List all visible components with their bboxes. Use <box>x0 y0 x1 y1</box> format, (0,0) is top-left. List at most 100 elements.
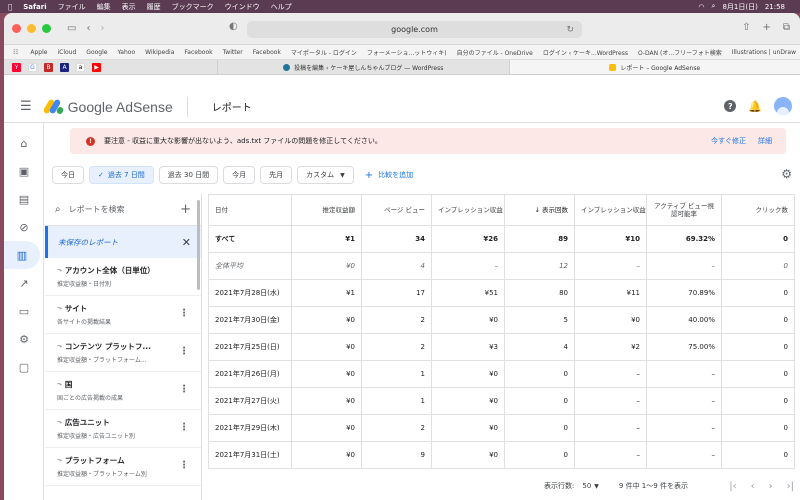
bookmark-item[interactable]: Google <box>86 49 107 56</box>
google-pinned-icon[interactable]: G <box>28 62 37 72</box>
column-header-impressions[interactable]: ↓ 表示回数 <box>504 194 575 226</box>
reload-icon[interactable]: ↻ <box>566 25 574 35</box>
bookmark-item[interactable]: ログイン ‹ ケーキ...WordPress <box>543 48 628 57</box>
help-icon[interactable]: ? <box>724 100 737 112</box>
more-options-icon[interactable]: ⋮ <box>179 460 189 471</box>
sidebar-toggle-icon[interactable]: ▭ <box>67 23 76 34</box>
bookmark-item[interactable]: Yahoo <box>117 49 135 56</box>
bookmark-item[interactable]: Facebook <box>253 49 281 56</box>
adsense-logo[interactable]: Google AdSense <box>42 98 173 115</box>
bookmark-item[interactable]: Twitter <box>223 49 243 56</box>
first-page-icon[interactable]: |‹ <box>729 481 736 492</box>
saved-report-item[interactable]: ⤳ 国 国ごとの広告掲載の成果 ⋮ <box>45 372 201 410</box>
forward-icon[interactable]: › <box>100 23 104 34</box>
more-options-icon[interactable]: ⋮ <box>179 308 189 319</box>
unsaved-report[interactable]: 未保存のレポート ✕ <box>45 226 201 258</box>
bookmark-item[interactable]: Facebook <box>184 49 212 56</box>
sidebar-scrollbar[interactable] <box>197 200 200 290</box>
more-options-icon[interactable]: ⋮ <box>179 384 189 395</box>
column-header-estimated-earnings[interactable]: 推定収益額 <box>291 194 362 226</box>
maximize-window-button[interactable] <box>42 24 51 33</box>
table-settings-icon[interactable]: ⚙ <box>781 167 792 181</box>
column-header-impression-rpm[interactable]: インプレッション収益 <box>431 194 505 226</box>
sites-nav-icon[interactable]: ▣ <box>4 157 44 185</box>
amazon-pinned-icon[interactable]: a <box>76 62 85 72</box>
menu-help[interactable]: ヘルプ <box>271 2 292 12</box>
feedback-nav-icon[interactable]: ▢ <box>4 353 44 381</box>
column-header-active-view[interactable]: アクティブ ビュー視認可能率 <box>646 194 722 226</box>
search-icon[interactable]: ⌕ <box>712 2 716 11</box>
address-bar[interactable]: google.com ↻ <box>247 21 582 38</box>
filter-last-month[interactable]: 先月 <box>260 166 293 184</box>
filter-last-30-days[interactable]: 過去 30 日間 <box>158 166 219 184</box>
apple-icon[interactable]:  <box>8 3 12 11</box>
avatar[interactable] <box>774 97 792 115</box>
column-header-page-views[interactable]: ページ ビュー <box>361 194 432 226</box>
add-comparison-button[interactable]: + 比較を追加 <box>365 170 413 181</box>
menu-icon[interactable]: ☰ <box>20 99 32 114</box>
saved-report-item[interactable]: ⤳ 広告ユニット 推定収益額・広告ユニット別 ⋮ <box>45 410 201 448</box>
column-header-date[interactable]: 日付 <box>208 194 292 226</box>
bookmark-item[interactable]: マイポータル - ログイン <box>291 48 357 57</box>
back-icon[interactable]: ‹ <box>86 23 90 34</box>
privacy-shield-icon[interactable]: ◐ <box>229 21 238 32</box>
menu-view[interactable]: 表示 <box>122 2 136 12</box>
add-report-icon[interactable]: + <box>180 202 191 217</box>
bookmark-item[interactable]: Wikipedia <box>145 49 174 56</box>
filter-last-7-days[interactable]: ✓ 過去 7 日間 <box>89 166 154 184</box>
menu-window[interactable]: ウインドウ <box>225 2 260 12</box>
bookmark-item[interactable]: Illustrations | unDraw <box>732 49 796 56</box>
bookmark-item[interactable]: O-DAN (オ...フリーフォト検索 <box>638 48 722 57</box>
saved-report-item[interactable]: ⤳ サイト 各サイトの掲載結果 ⋮ <box>45 296 201 334</box>
bookmark-item[interactable]: iCloud <box>57 49 76 56</box>
bookmark-item[interactable]: Apple <box>30 49 47 56</box>
dropdown-arrow-icon[interactable]: ▼ <box>594 483 599 490</box>
rows-per-page-select[interactable]: 50 <box>582 482 591 490</box>
more-options-icon[interactable]: ⋮ <box>179 422 189 433</box>
column-header-impression-earnings[interactable]: インプレッション収益 <box>574 194 647 226</box>
report-search[interactable]: ⌕ レポートを検索 + <box>45 194 201 226</box>
menu-file[interactable]: ファイル <box>58 2 86 12</box>
prev-page-icon[interactable]: ‹ <box>751 481 755 492</box>
optimization-nav-icon[interactable]: ↗ <box>4 269 44 297</box>
wifi-icon[interactable]: ◠ <box>698 3 704 11</box>
menu-history[interactable]: 履歴 <box>147 2 161 12</box>
menubar-app-name[interactable]: Safari <box>23 3 46 11</box>
bookmarks-grid-icon[interactable]: ☷ <box>13 49 18 56</box>
home-nav-icon[interactable]: ⌂ <box>4 129 44 157</box>
pinned-tab-icon[interactable]: A <box>60 62 69 72</box>
last-page-icon[interactable]: ›| <box>787 481 794 492</box>
fix-now-link[interactable]: 今すぐ修正 <box>711 136 746 146</box>
minimize-window-button[interactable] <box>27 24 36 33</box>
filter-custom[interactable]: カスタム ▼ <box>297 166 354 184</box>
youtube-pinned-icon[interactable]: ▶ <box>92 62 101 72</box>
saved-report-item[interactable]: ⤳ プラットフォーム 推定収益額・プラットフォーム別 ⋮ <box>45 448 201 486</box>
blocking-nav-icon[interactable]: ⊘ <box>4 213 44 241</box>
saved-report-item[interactable]: ⤳ コンテンツ プラットフ... 推定収益額・プラットフォーム... ⋮ <box>45 334 201 372</box>
notifications-icon[interactable]: 🔔 <box>748 100 762 113</box>
search-input[interactable]: レポートを検索 <box>69 204 125 215</box>
saved-report-item[interactable]: ⤳ アカウント全体（日単位） 推定収益額・日付別 <box>45 258 201 296</box>
share-icon[interactable]: ⇧ <box>742 22 750 33</box>
next-page-icon[interactable]: › <box>769 481 773 492</box>
bookmark-item[interactable]: 自分のファイル - OneDrive <box>457 48 533 57</box>
bookmark-item[interactable]: フォーメーショ...ットウィキ) <box>367 48 447 57</box>
details-link[interactable]: 詳細 <box>758 136 772 146</box>
tab-wordpress[interactable]: 投稿を編集 ‹ ケーキ屋しんちゃんブログ — WordPress <box>217 60 509 74</box>
column-header-clicks[interactable]: クリック数 <box>721 194 795 226</box>
new-tab-icon[interactable]: + <box>762 22 770 33</box>
reports-nav-icon[interactable]: ▥ <box>4 241 40 269</box>
more-options-icon[interactable]: ⋮ <box>179 346 189 357</box>
tab-adsense[interactable]: レポート – Google AdSense <box>508 60 800 74</box>
settings-nav-icon[interactable]: ⚙ <box>4 325 44 353</box>
menu-bookmarks[interactable]: ブックマーク <box>172 2 214 12</box>
payments-nav-icon[interactable]: ▭ <box>4 297 44 325</box>
ads-nav-icon[interactable]: ▤ <box>4 185 44 213</box>
filter-today[interactable]: 今日 <box>52 166 84 184</box>
filter-this-month[interactable]: 今月 <box>223 166 256 184</box>
yahoo-pinned-icon[interactable]: Y <box>12 62 21 72</box>
menu-edit[interactable]: 編集 <box>97 2 111 12</box>
pinned-tab-icon[interactable]: B <box>44 62 53 72</box>
close-window-button[interactable] <box>12 24 21 33</box>
tab-overview-icon[interactable]: ⧉ <box>783 22 790 33</box>
